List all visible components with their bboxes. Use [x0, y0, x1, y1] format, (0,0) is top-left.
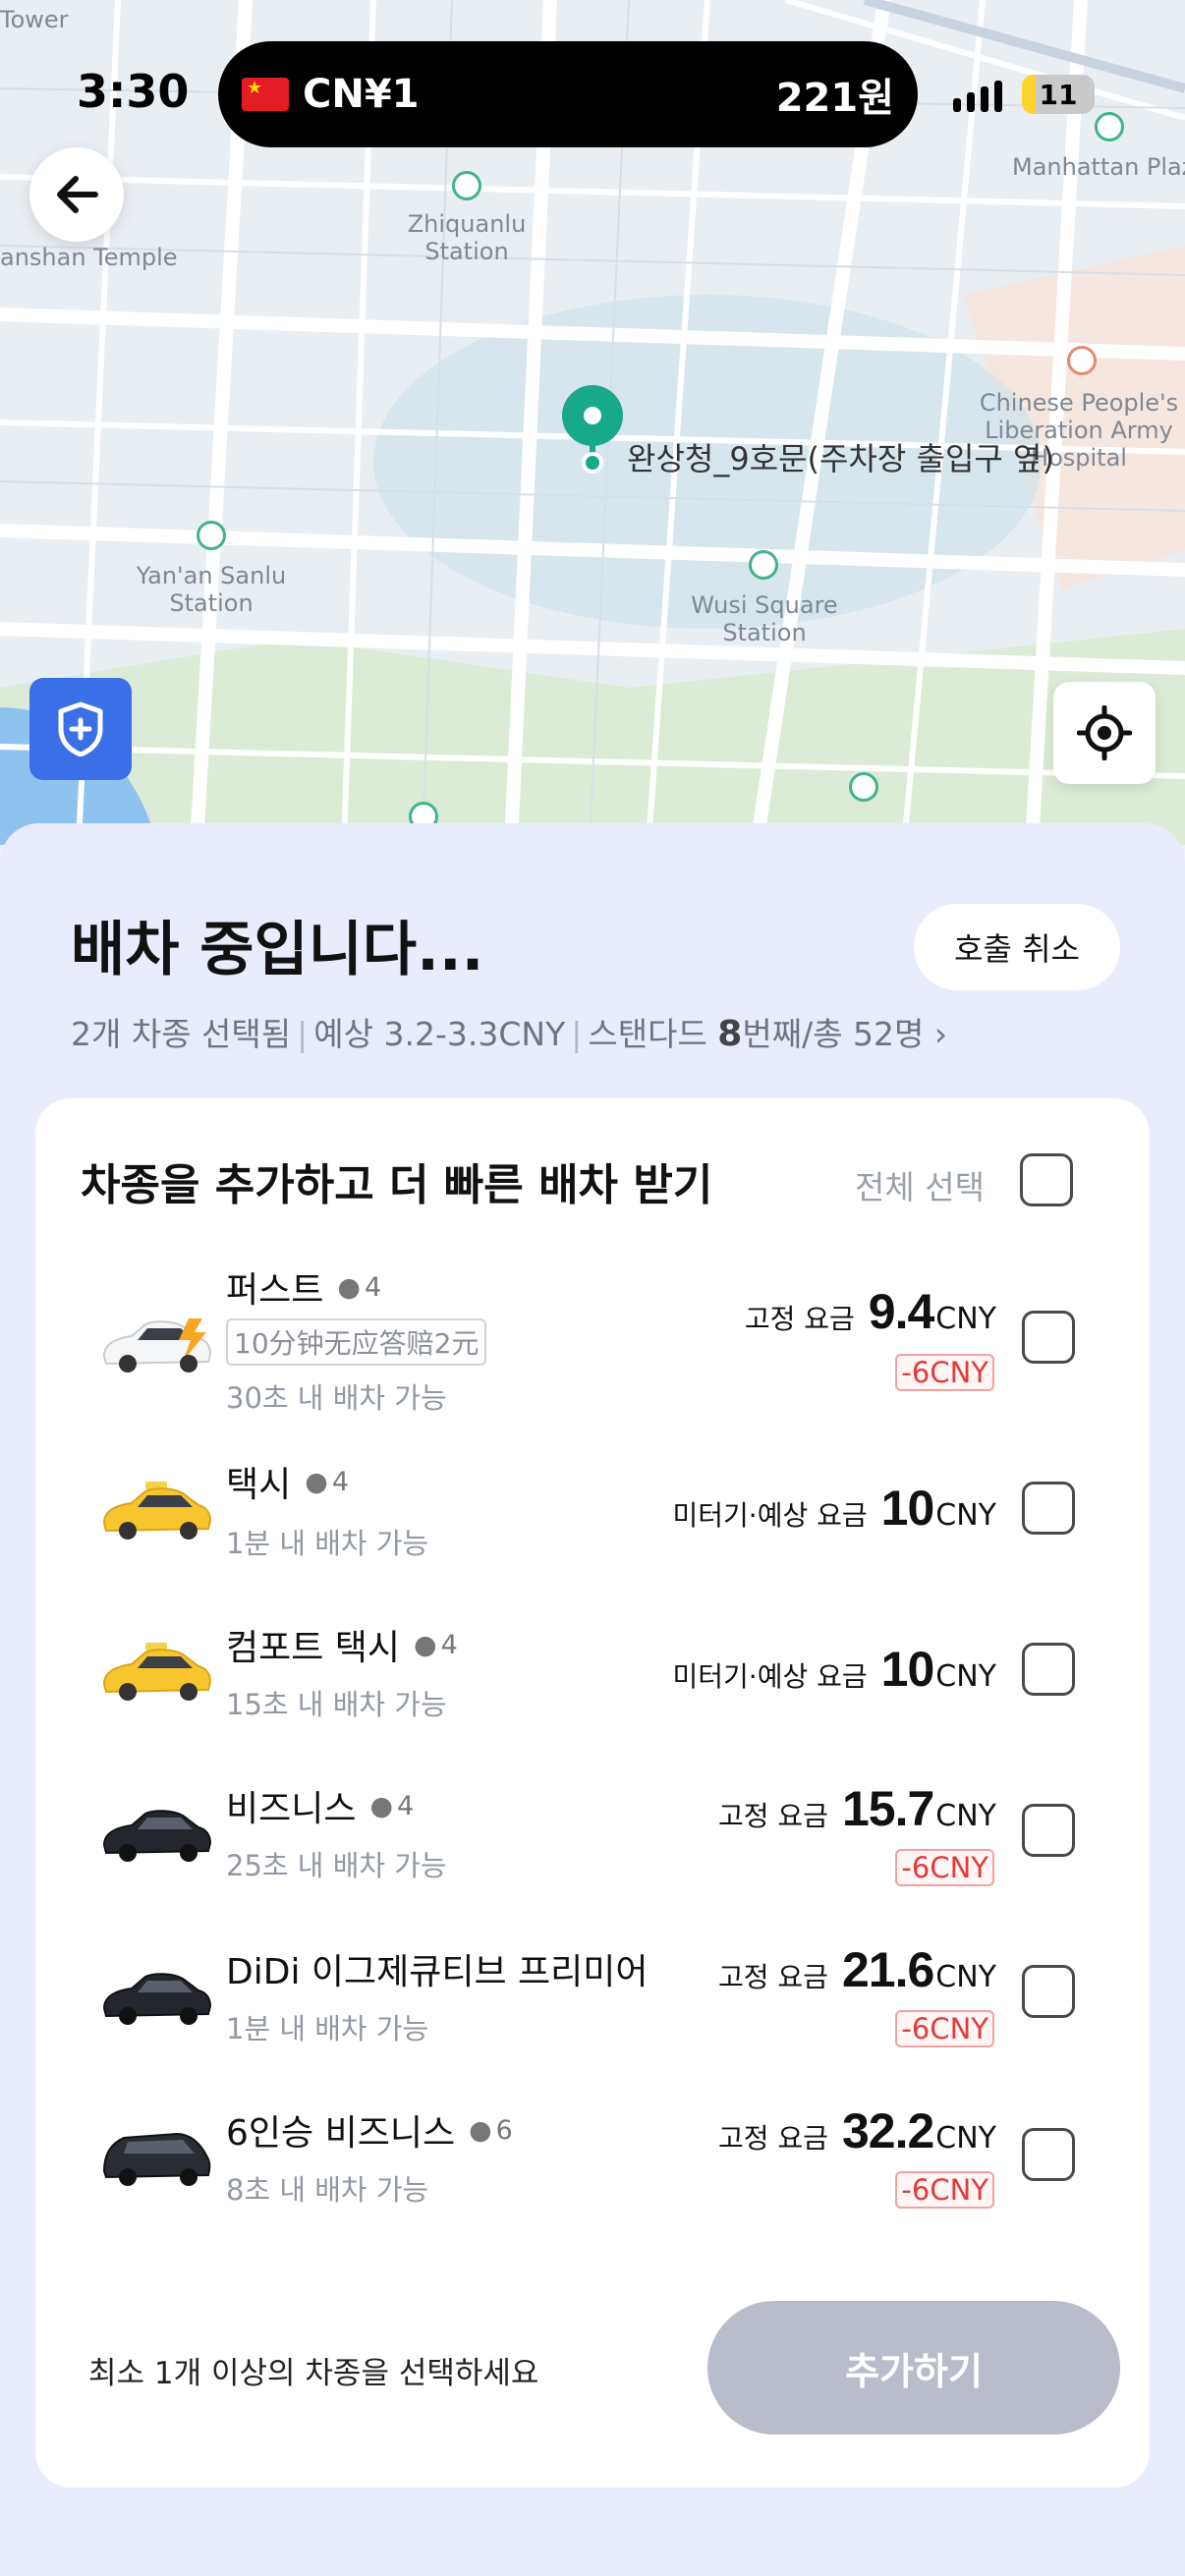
person-icon: ●: [414, 1629, 437, 1660]
add-car-type-button[interactable]: 추가하기: [707, 2301, 1120, 2435]
passenger-capacity: ● 4: [305, 1466, 349, 1497]
passenger-capacity: ● 4: [337, 1271, 382, 1303]
dispatch-eta: 1분 내 배차 가능: [226, 2012, 429, 2045]
person-icon: ●: [337, 1271, 361, 1303]
map-label-manhattan: Manhattan Plaz: [1012, 153, 1185, 181]
car-type-name: 택시 ● 4: [226, 1465, 349, 1505]
status-time: 3:30: [77, 65, 190, 118]
car-type-name: 컴포트 택시 ● 4: [226, 1628, 458, 1668]
currency-island: CN¥1 221원: [218, 41, 918, 147]
car-type-name: DiDi 이그제큐티브 프리미어: [226, 1952, 649, 1992]
person-icon: ●: [305, 1466, 328, 1497]
car-type-name: 퍼스트 ● 4: [226, 1270, 382, 1311]
fare-price: 미터기·예상 요금 10 CNY: [672, 1481, 996, 1536]
black-sedan-icon: [102, 1973, 212, 2025]
discount-badge: -6CNY: [895, 1849, 994, 1886]
queue-suffix: 번째/총 52명: [742, 1015, 925, 1053]
car-type-checkbox[interactable]: [1022, 2128, 1075, 2181]
currency-left: CN¥1: [303, 72, 420, 117]
fare-price: 미터기·예상 요금 10 CNY: [672, 1642, 996, 1697]
person-icon: ●: [369, 1790, 394, 1821]
map-label-wusi: Wusi Square Station: [691, 591, 838, 646]
selected-count: 2개 차종 선택됨: [71, 1015, 292, 1053]
map-label-zhiquanlu: Zhiquanlu Station: [407, 210, 527, 265]
dispatch-eta: 15초 내 배차 가능: [226, 1688, 447, 1721]
crosshair-icon: [1077, 705, 1132, 760]
fare-price: 고정 요금 21.6 CNY: [718, 1942, 996, 1997]
pickup-pin-icon[interactable]: [562, 385, 623, 446]
fare-price: 고정 요금 32.2 CNY: [718, 2103, 996, 2158]
map-label-tower: Tower: [0, 6, 69, 33]
fare-price: 고정 요금 9.4 CNY: [744, 1284, 996, 1339]
car-type-name: 6인승 비즈니스 ● 6: [226, 2113, 513, 2154]
dispatch-title: 배차 중입니다...: [71, 916, 484, 984]
select-all-checkbox[interactable]: [1020, 1153, 1073, 1206]
dispatch-eta: 25초 내 배차 가능: [226, 1849, 447, 1882]
car-type-checkbox[interactable]: [1022, 1643, 1075, 1696]
dispatch-eta: 30초 내 배차 가능: [226, 1381, 447, 1415]
chevron-right-icon: ›: [933, 1015, 948, 1053]
metro-station-icon: [749, 550, 778, 580]
car-type-checkbox[interactable]: [1022, 1804, 1075, 1857]
car-type-checkbox[interactable]: [1022, 1482, 1075, 1535]
safety-shield-button[interactable]: [29, 678, 132, 780]
queue-rank: 8: [717, 1014, 743, 1054]
selection-hint: 최소 1개 이상의 차종을 선택하세요: [88, 2356, 539, 2391]
car-type-name: 비즈니스 ● 4: [226, 1789, 415, 1829]
passenger-capacity: ● 4: [414, 1629, 458, 1660]
pickup-point-dot: [582, 452, 603, 474]
car-type-checkbox[interactable]: [1022, 1311, 1075, 1364]
promo-tag: 10分钟无应答赔2元: [226, 1318, 487, 1366]
person-icon: ●: [469, 2114, 492, 2146]
dispatch-eta: 1분 내 배차 가능: [226, 1527, 429, 1560]
shield-plus-icon: [58, 701, 103, 756]
metro-station-icon: [197, 521, 226, 550]
yellow-taxi-icon: [102, 1482, 212, 1540]
back-button[interactable]: [29, 147, 124, 242]
park-icon: [1095, 112, 1124, 141]
discount-badge: -6CNY: [895, 2010, 994, 2047]
queue-prefix: 스탠다드: [588, 1015, 718, 1053]
battery-level: 11: [1039, 78, 1078, 111]
locate-me-button[interactable]: [1053, 682, 1156, 784]
fare-estimate: 예상 3.2-3.3CNY: [313, 1015, 566, 1053]
pickup-place-label: 완상청_9호문(주차장 출입구 옆): [627, 440, 1054, 477]
battery-icon: 11: [1022, 75, 1095, 114]
discount-badge: -6CNY: [895, 1354, 994, 1391]
discount-badge: -6CNY: [895, 2171, 994, 2209]
map-label-yanan: Yan'an Sanlu Station: [136, 562, 287, 617]
passenger-capacity: ● 4: [369, 1790, 415, 1821]
fare-price: 고정 요금 15.7 CNY: [718, 1781, 996, 1836]
car-type-checkbox[interactable]: [1022, 1965, 1075, 2018]
white-ev-car-icon: [102, 1318, 212, 1372]
card-title: 차종을 추가하고 더 빠른 배차 받기: [81, 1160, 713, 1210]
map-label-anshan: anshan Temple: [0, 244, 178, 271]
passenger-capacity: ● 6: [469, 2114, 513, 2146]
park-icon: [849, 772, 878, 802]
dispatch-eta: 8초 내 배차 가능: [226, 2173, 429, 2207]
metro-station-icon: [452, 171, 481, 200]
select-all-label[interactable]: 전체 선택: [855, 1161, 985, 1208]
signal-icon: [953, 81, 1002, 112]
black-sedan-icon: [102, 1810, 212, 1862]
arrow-left-icon: [57, 176, 98, 213]
hospital-icon: [1067, 346, 1097, 375]
black-minivan-icon: [102, 2132, 211, 2186]
currency-right: 221원: [775, 76, 894, 121]
yellow-taxi-icon: [102, 1643, 212, 1701]
china-flag-icon: [242, 78, 289, 111]
cancel-call-button[interactable]: 호출 취소: [914, 904, 1120, 990]
dispatch-subtitle[interactable]: 2개 차종 선택됨 | 예상 3.2-3.3CNY | 스탠다드 8번째/총 52명 ›: [71, 1008, 947, 1055]
